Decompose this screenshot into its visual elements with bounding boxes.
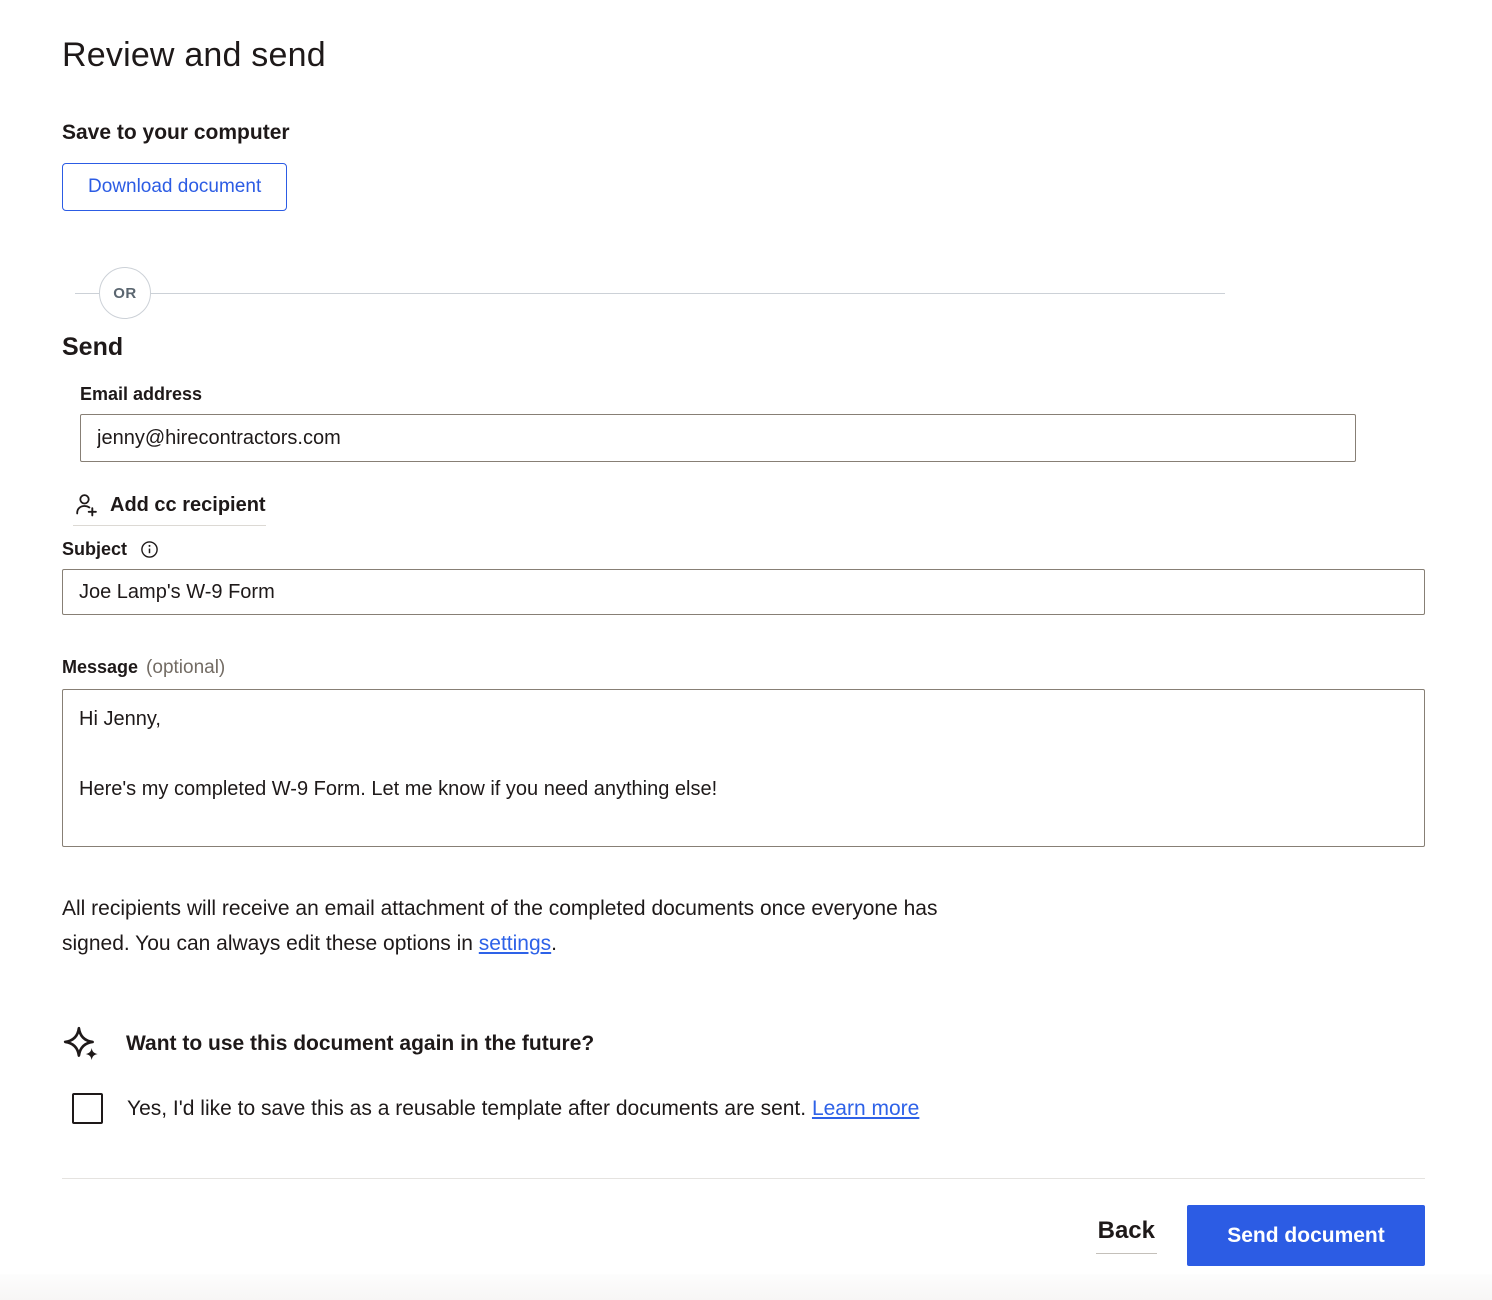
- email-address-label: Email address: [80, 384, 1425, 405]
- back-button[interactable]: Back: [1096, 1217, 1157, 1254]
- or-divider: OR: [75, 267, 1225, 319]
- template-prompt-row: Want to use this document again in the f…: [62, 1025, 1425, 1063]
- subject-input[interactable]: [62, 569, 1425, 615]
- save-template-checkbox-row: Yes, I'd like to save this as a reusable…: [62, 1093, 1425, 1124]
- settings-link[interactable]: settings: [479, 932, 551, 955]
- save-template-checkbox-label: Yes, I'd like to save this as a reusable…: [127, 1097, 919, 1121]
- review-and-send-page: Review and send Save to your computer Do…: [0, 0, 1425, 1266]
- person-plus-icon: [73, 492, 99, 518]
- recipients-note: All recipients will receive an email att…: [62, 891, 942, 961]
- add-cc-recipient-label: Add cc recipient: [110, 494, 266, 517]
- email-field-group: Email address: [62, 384, 1425, 462]
- message-optional-note: (optional): [146, 657, 225, 679]
- message-label: Message: [62, 657, 138, 678]
- template-section: Want to use this document again in the f…: [62, 1025, 1425, 1124]
- send-section-heading: Send: [62, 333, 1425, 362]
- save-section: Save to your computer Download document: [62, 121, 1425, 211]
- message-label-row: Message (optional): [62, 657, 1425, 679]
- sparkle-icon: [62, 1025, 100, 1063]
- subject-label: Subject: [62, 539, 127, 560]
- page-bottom-background: [0, 1274, 1492, 1300]
- message-textarea[interactable]: Hi Jenny, Here's my completed W-9 Form. …: [62, 689, 1425, 847]
- footer-divider: [62, 1178, 1425, 1179]
- save-section-heading: Save to your computer: [62, 121, 1425, 145]
- email-address-input[interactable]: [80, 414, 1356, 462]
- subject-label-row: Subject: [62, 539, 1425, 560]
- add-cc-recipient-button[interactable]: Add cc recipient: [73, 492, 266, 526]
- recipients-note-text-2: .: [551, 932, 557, 955]
- page-title: Review and send: [62, 36, 1425, 75]
- send-document-button[interactable]: Send document: [1187, 1205, 1425, 1266]
- learn-more-link[interactable]: Learn more: [812, 1097, 919, 1120]
- or-badge: OR: [99, 267, 151, 319]
- save-template-checkbox-text: Yes, I'd like to save this as a reusable…: [127, 1097, 812, 1120]
- send-section: Send Email address Add cc recipient Subj…: [62, 333, 1425, 961]
- info-circle-icon[interactable]: [140, 540, 159, 559]
- save-template-checkbox[interactable]: [72, 1093, 103, 1124]
- divider-line: [75, 293, 1225, 294]
- download-document-button[interactable]: Download document: [62, 163, 287, 211]
- template-question: Want to use this document again in the f…: [126, 1032, 594, 1056]
- footer-actions: Back Send document: [62, 1205, 1425, 1266]
